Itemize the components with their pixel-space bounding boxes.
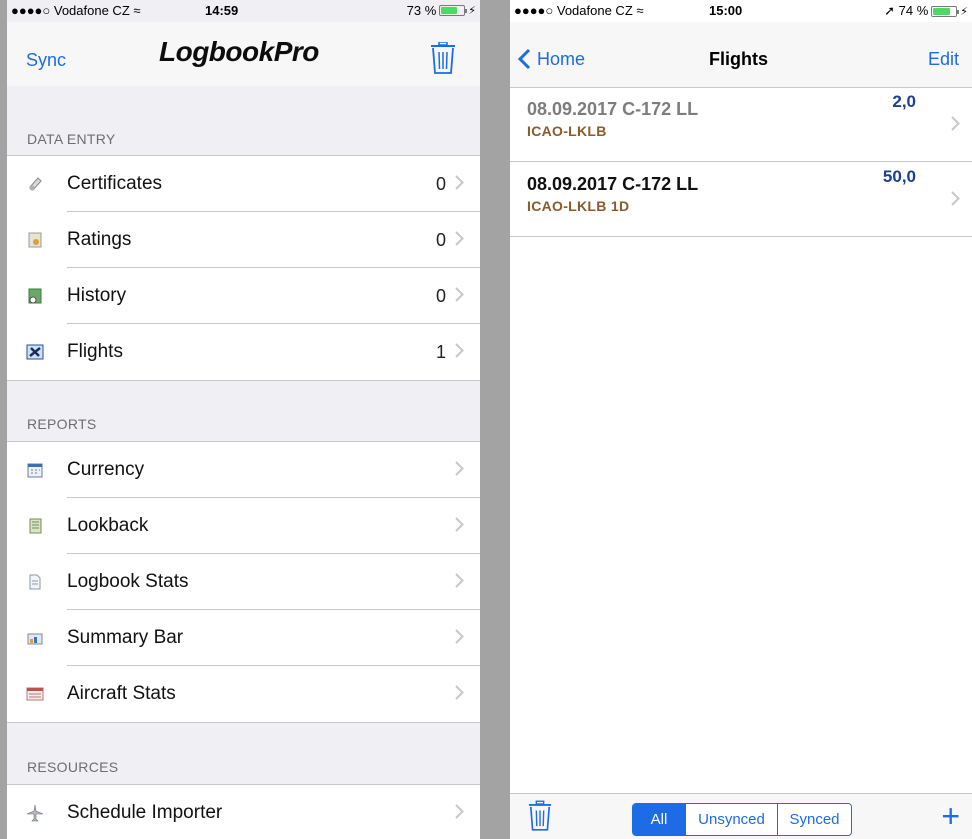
chevron-left-icon: [518, 48, 531, 70]
charging-icon: ⚡: [960, 5, 968, 18]
app-logo: LogbookPro: [159, 36, 319, 67]
item-count: 0: [435, 173, 446, 194]
menu-item-label: Flights: [67, 341, 123, 362]
flight-hours: 50,0: [882, 167, 916, 186]
menu-item-logbook-stats[interactable]: Logbook Stats: [7, 554, 480, 610]
menu-item-label: Currency: [67, 459, 145, 480]
clock: 15:00: [709, 3, 743, 18]
chevron-right-icon: [951, 191, 960, 211]
calendar-icon: [26, 461, 44, 479]
chevron-right-icon: [455, 517, 464, 537]
clock: 14:59: [205, 3, 239, 18]
flight-title: 08.09.2017 C-172 LL: [527, 174, 699, 194]
battery-indicator: ➚ 74 % ⚡: [884, 3, 968, 19]
back-label: Home: [537, 48, 586, 69]
flights-nav-bar: Home Flights Edit: [510, 22, 972, 88]
chevron-right-icon: [455, 175, 464, 195]
add-icon[interactable]: +: [941, 800, 960, 832]
flight-row[interactable]: 08.09.2017 C-172 LL ICAO-LKLB 2,0: [510, 88, 972, 162]
edit-button[interactable]: Edit: [928, 49, 959, 70]
menu-item-ratings[interactable]: Ratings 0: [7, 212, 480, 268]
menu-item-label: Aircraft Stats: [67, 683, 176, 704]
chevron-right-icon: [455, 685, 464, 705]
chevron-right-icon: [455, 461, 464, 481]
airplane-icon: [26, 804, 44, 822]
menu-item-lookback[interactable]: Lookback: [7, 498, 480, 554]
carrier-label: ●●●●○ Vodafone CZ ≈: [11, 3, 141, 18]
chevron-right-icon: [455, 231, 464, 251]
back-button[interactable]: Home: [518, 48, 585, 70]
resources-group: Schedule Importer: [7, 784, 480, 839]
battery-icon: [931, 5, 960, 17]
aircraft-stats-icon: [26, 685, 44, 703]
status-bar: ●●●●○ Vodafone CZ ≈ 14:59 73 % ⚡: [7, 0, 480, 22]
menu-item-currency[interactable]: Currency: [7, 442, 480, 498]
carrier-label: ●●●●○ Vodafone CZ ≈: [514, 3, 644, 18]
menu-item-flights[interactable]: Flights 1: [7, 324, 480, 380]
reports-group: Currency Lookback Logbook Stats Summary …: [7, 441, 480, 723]
battery-percent: 73 %: [406, 3, 437, 18]
flights-icon: [26, 343, 44, 361]
segment-all[interactable]: All: [633, 804, 685, 835]
sync-button[interactable]: Sync: [26, 50, 66, 71]
segment-unsynced[interactable]: Unsynced: [685, 804, 777, 835]
status-bar: ●●●●○ Vodafone CZ ≈ 15:00 ➚ 74 % ⚡: [510, 0, 972, 22]
item-count: 0: [435, 285, 446, 306]
trash-icon[interactable]: [430, 41, 456, 79]
trash-icon[interactable]: [528, 800, 552, 837]
chevron-right-icon: [455, 629, 464, 649]
item-count: 1: [435, 341, 446, 362]
menu-item-label: Summary Bar: [67, 627, 184, 648]
item-count: 0: [435, 229, 446, 250]
chevron-right-icon: [455, 804, 464, 824]
data-entry-group: Certificates 0 Ratings 0 History 0 Fligh…: [7, 155, 480, 381]
section-header-reports: REPORTS: [27, 416, 97, 432]
page-title: Flights: [709, 49, 768, 69]
chevron-right-icon: [455, 287, 464, 307]
history-icon: [26, 287, 44, 305]
section-header-data-entry: DATA ENTRY: [27, 131, 116, 147]
flight-hours: 2,0: [892, 92, 916, 111]
menu-item-summary-bar[interactable]: Summary Bar: [7, 610, 480, 666]
battery-percent: ➚ 74 %: [884, 3, 929, 18]
menu-item-label: Logbook Stats: [67, 571, 189, 592]
flight-title: 08.09.2017 C-172 LL: [527, 99, 699, 119]
menu-item-label: Schedule Importer: [67, 802, 223, 823]
menu-item-label: Ratings: [67, 229, 132, 250]
bottom-toolbar: All Unsynced Synced +: [510, 793, 972, 839]
home-nav-bar: Sync LogbookPro: [7, 22, 480, 86]
menu-item-aircraft-stats[interactable]: Aircraft Stats: [7, 666, 480, 722]
charging-icon: ⚡: [468, 5, 476, 17]
summary-icon: [26, 629, 44, 647]
segment-synced[interactable]: Synced: [777, 804, 851, 835]
flight-route: ICAO-LKLB: [527, 123, 607, 139]
ratings-icon: [26, 231, 44, 249]
certificate-icon: [26, 175, 44, 193]
menu-item-label: History: [67, 285, 127, 306]
chevron-right-icon: [951, 116, 960, 136]
document-icon: [26, 573, 44, 591]
battery-indicator: 73 % ⚡: [407, 3, 476, 18]
flights-screen: ●●●●○ Vodafone CZ ≈ 15:00 ➚ 74 % ⚡ Home …: [510, 0, 972, 839]
menu-item-label: Certificates: [67, 173, 163, 194]
menu-item-schedule-importer[interactable]: Schedule Importer: [7, 785, 480, 839]
menu-item-label: Lookback: [67, 515, 149, 536]
menu-item-certificates[interactable]: Certificates 0: [7, 156, 480, 212]
logbook-home-screen: ●●●●○ Vodafone CZ ≈ 14:59 73 % ⚡ Sync Lo…: [7, 0, 480, 839]
flight-route: ICAO-LKLB 1D: [527, 198, 630, 214]
section-header-resources: RESOURCES: [27, 759, 119, 775]
flight-row[interactable]: 08.09.2017 C-172 LL ICAO-LKLB 1D 50,0: [510, 163, 972, 237]
menu-item-history[interactable]: History 0: [7, 268, 480, 324]
chevron-right-icon: [455, 343, 464, 363]
battery-icon: [439, 5, 468, 16]
chevron-right-icon: [455, 573, 464, 593]
sync-filter-segmented-control: All Unsynced Synced: [632, 803, 852, 836]
notebook-icon: [26, 517, 44, 535]
